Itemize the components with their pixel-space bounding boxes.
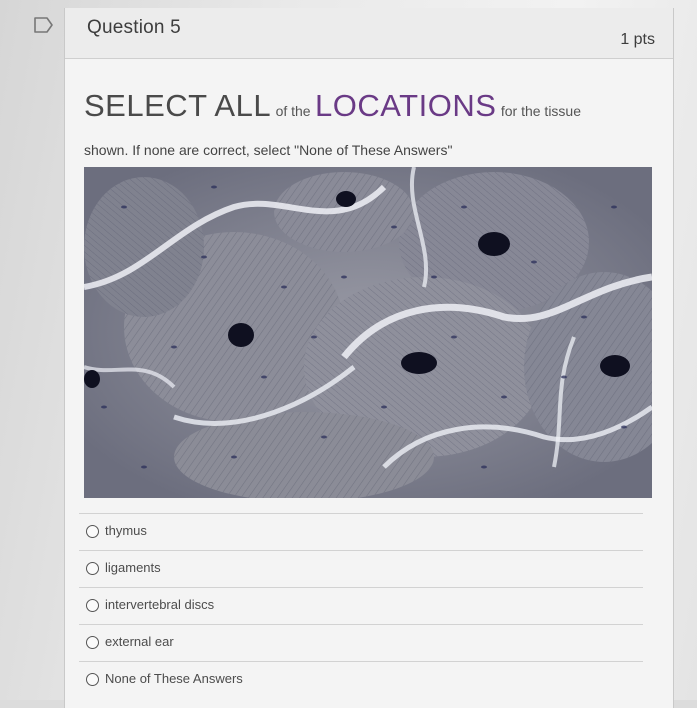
prompt-locations: LOCATIONS [315,88,497,123]
radio-icon[interactable] [86,673,99,686]
bookmark-flag-icon[interactable] [33,16,55,34]
prompt-select-all: SELECT ALL [84,88,272,123]
answer-option-label[interactable]: external ear [105,634,174,649]
page: Question 5 1 pts SELECT ALL of the LOCAT… [0,0,697,708]
tissue-micrograph-image [84,167,652,498]
question-card: Question 5 1 pts SELECT ALL of the LOCAT… [64,8,674,708]
question-prompt: SELECT ALL of the LOCATIONS for the tiss… [84,86,654,158]
answer-option[interactable]: intervertebral discs [79,587,643,624]
answer-option[interactable]: None of These Answers [79,661,643,698]
answer-option[interactable]: external ear [79,624,643,661]
question-points: 1 pts [620,31,655,48]
answer-option-label[interactable]: None of These Answers [105,671,243,686]
question-title: Question 5 [87,17,181,38]
answer-option[interactable]: thymus [79,513,643,550]
answer-option-label[interactable]: thymus [105,523,147,538]
answer-option[interactable]: ligaments [79,550,643,587]
radio-icon[interactable] [86,562,99,575]
answer-option-label[interactable]: intervertebral discs [105,597,214,612]
prompt-of-the: of the [275,103,311,119]
radio-icon[interactable] [86,599,99,612]
radio-icon[interactable] [86,636,99,649]
radio-icon[interactable] [86,525,99,538]
tissue-micrograph [84,167,652,498]
question-header: Question 5 1 pts [65,8,673,59]
prompt-for-the-tissue: for the tissue [500,103,581,119]
prompt-instruction: shown. If none are correct, select "None… [84,142,453,158]
answer-option-label[interactable]: ligaments [105,560,161,575]
answer-options: thymus ligaments intervertebral discs ex… [65,513,673,698]
